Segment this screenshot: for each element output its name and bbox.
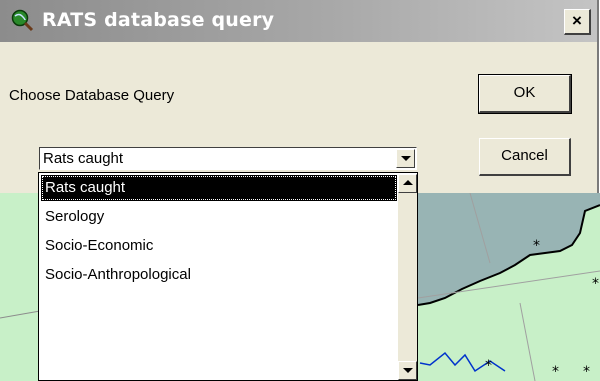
window-title: RATS database query: [42, 9, 275, 31]
choose-query-label: Choose Database Query: [9, 87, 175, 104]
close-icon: ×: [572, 11, 582, 30]
map-river: [419, 351, 506, 373]
combo-dropdown-button[interactable]: [396, 149, 415, 168]
chevron-down-icon: [401, 156, 411, 161]
option-serology[interactable]: Serology: [41, 204, 397, 230]
option-socio-anthropological[interactable]: Socio-Anthropological: [41, 262, 397, 288]
map-marker-star: *: [592, 276, 599, 292]
map-marker-star: *: [583, 364, 590, 380]
arrow-up-icon: [403, 180, 413, 185]
map-grid-line: [0, 310, 41, 319]
map-marker-star: *: [533, 238, 540, 254]
query-select[interactable]: Rats caught: [39, 147, 417, 170]
option-socio-economic[interactable]: Socio-Economic: [41, 233, 397, 259]
scroll-up-button[interactable]: [398, 174, 417, 193]
map-marker-star: *: [552, 364, 559, 380]
arrow-down-icon: [403, 368, 413, 373]
ok-button[interactable]: OK: [478, 74, 572, 114]
title-bar[interactable]: RATS database query ×: [0, 0, 597, 42]
list-scrollbar[interactable]: [398, 174, 417, 380]
map-grid-line: [519, 302, 536, 381]
map-marker-star: *: [485, 358, 492, 374]
map-water-area: [418, 193, 600, 305]
scroll-down-button[interactable]: [398, 361, 417, 380]
query-dialog: RATS database query × Choose Database Qu…: [0, 0, 599, 193]
cancel-button[interactable]: Cancel: [479, 138, 571, 176]
query-select-value: Rats caught: [43, 150, 124, 167]
close-button[interactable]: ×: [564, 9, 591, 35]
globe-search-icon: [10, 8, 34, 32]
option-rats-caught[interactable]: Rats caught: [41, 175, 397, 201]
query-options-list[interactable]: Rats caught Serology Socio-Economic Soci…: [38, 172, 418, 381]
